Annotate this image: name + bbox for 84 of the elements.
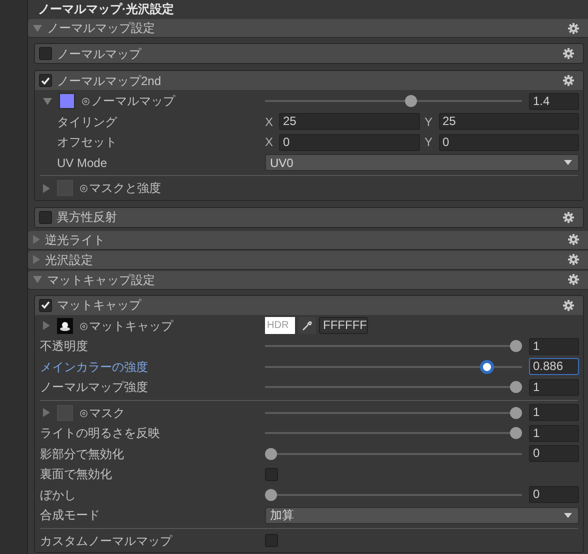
- number-field[interactable]: 0: [529, 445, 579, 462]
- dropdown[interactable]: 加算: [265, 506, 579, 524]
- matcap-thumbnail-icon[interactable]: [57, 318, 73, 334]
- dropdown-value: UV0: [270, 154, 294, 172]
- slider-thumb[interactable]: [510, 340, 522, 352]
- checkbox[interactable]: [39, 74, 52, 87]
- collapsed-arrow-icon[interactable]: [43, 321, 50, 330]
- settings-icon[interactable]: [563, 300, 574, 310]
- texture-label: ⊙マスクと強度: [79, 180, 161, 198]
- checkbox[interactable]: [265, 468, 278, 481]
- property-label: 合成モード: [40, 507, 100, 524]
- expanded-arrow-icon[interactable]: [43, 98, 52, 105]
- texture-swatch[interactable]: [59, 93, 75, 110]
- axis-label: X: [265, 114, 274, 131]
- slider-thumb[interactable]: [510, 427, 522, 440]
- axis-label: Y: [424, 134, 434, 152]
- settings-icon[interactable]: [563, 212, 574, 222]
- slider-thumb[interactable]: [404, 95, 417, 108]
- box-label: ノーマルマップ2nd: [57, 72, 162, 90]
- property-label: ノーマルマップ強度: [40, 379, 148, 396]
- texture-label: ⊙マスク: [79, 404, 125, 422]
- checkbox[interactable]: [39, 210, 52, 224]
- dropdown[interactable]: UV0: [265, 154, 579, 172]
- slider-thumb[interactable]: [510, 381, 522, 394]
- property-label: ライトの明るさを反映: [40, 425, 160, 442]
- number-field[interactable]: 1: [529, 404, 579, 422]
- property-label: 影部分で無効化: [40, 446, 124, 463]
- checkbox[interactable]: [265, 534, 278, 548]
- number-field[interactable]: 0: [529, 486, 579, 504]
- axis-label: X: [265, 134, 274, 152]
- texture-label: ⊙ノーマルマップ: [81, 93, 175, 110]
- dropdown-arrow-icon: [564, 160, 572, 166]
- property-label: 裏面で無効化: [40, 466, 112, 484]
- number-field[interactable]: FFFFFF: [319, 317, 368, 334]
- check-icon: [41, 76, 50, 84]
- number-field[interactable]: 0: [279, 134, 420, 151]
- section-title: ノーマルマップ·光沢設定: [37, 1, 175, 18]
- number-field[interactable]: 1: [529, 378, 579, 396]
- number-field[interactable]: 1: [529, 338, 579, 355]
- settings-icon[interactable]: [563, 75, 574, 86]
- foldout-label: 逆光ライト: [45, 232, 105, 248]
- foldout-header[interactable]: マットキャップ設定: [28, 270, 588, 290]
- eyedropper-icon: [302, 320, 312, 331]
- slider-thumb[interactable]: [510, 406, 522, 419]
- settings-icon[interactable]: [568, 254, 579, 265]
- number-field[interactable]: 1: [529, 424, 579, 442]
- property-label: メインカラーの強度: [40, 358, 148, 376]
- foldout-header[interactable]: 光沢設定: [28, 250, 588, 270]
- check-icon: [41, 301, 50, 309]
- settings-icon[interactable]: [568, 234, 579, 245]
- property-label: 不透明度: [40, 338, 88, 356]
- slider-thumb[interactable]: [480, 360, 494, 374]
- settings-icon[interactable]: [563, 48, 574, 59]
- slider-thumb[interactable]: [265, 488, 277, 501]
- box-label: マットキャップ: [57, 297, 141, 314]
- number-field[interactable]: 25: [438, 113, 579, 130]
- foldout-header[interactable]: ノーマルマップ設定: [28, 19, 588, 38]
- dropdown-value: 加算: [270, 507, 294, 524]
- checkbox[interactable]: [39, 47, 52, 60]
- property-label: UV Mode: [57, 154, 108, 172]
- property-label: ぼかし: [40, 486, 76, 504]
- number-field[interactable]: 0: [438, 134, 579, 151]
- settings-icon[interactable]: [568, 22, 579, 34]
- foldout-label: 光沢設定: [45, 252, 93, 268]
- foldout-header[interactable]: 逆光ライト: [28, 230, 588, 250]
- slider-thumb[interactable]: [265, 448, 277, 460]
- collapsed-arrow-icon[interactable]: [43, 408, 50, 418]
- foldout-label: マットキャップ設定: [47, 272, 155, 288]
- property-label: タイリング: [57, 114, 117, 131]
- axis-label: Y: [424, 114, 434, 131]
- property-label: オフセット: [57, 134, 117, 152]
- settings-icon[interactable]: [568, 274, 579, 285]
- collapsed-arrow-icon[interactable]: [43, 184, 50, 193]
- number-field[interactable]: 25: [279, 113, 420, 130]
- number-field[interactable]: 1.4: [529, 92, 579, 110]
- eyedropper-button[interactable]: [298, 317, 316, 334]
- foldout-label: ノーマルマップ設定: [47, 20, 155, 37]
- number-field[interactable]: 0.886: [529, 358, 579, 376]
- box-label: 異方性反射: [57, 209, 117, 226]
- property-label: カスタムノーマルマップ: [40, 532, 172, 550]
- texture-label: ⊙マットキャップ: [79, 318, 173, 335]
- dropdown-arrow-icon: [564, 512, 572, 518]
- checkbox[interactable]: [39, 298, 52, 312]
- box-label: ノーマルマップ: [57, 46, 141, 62]
